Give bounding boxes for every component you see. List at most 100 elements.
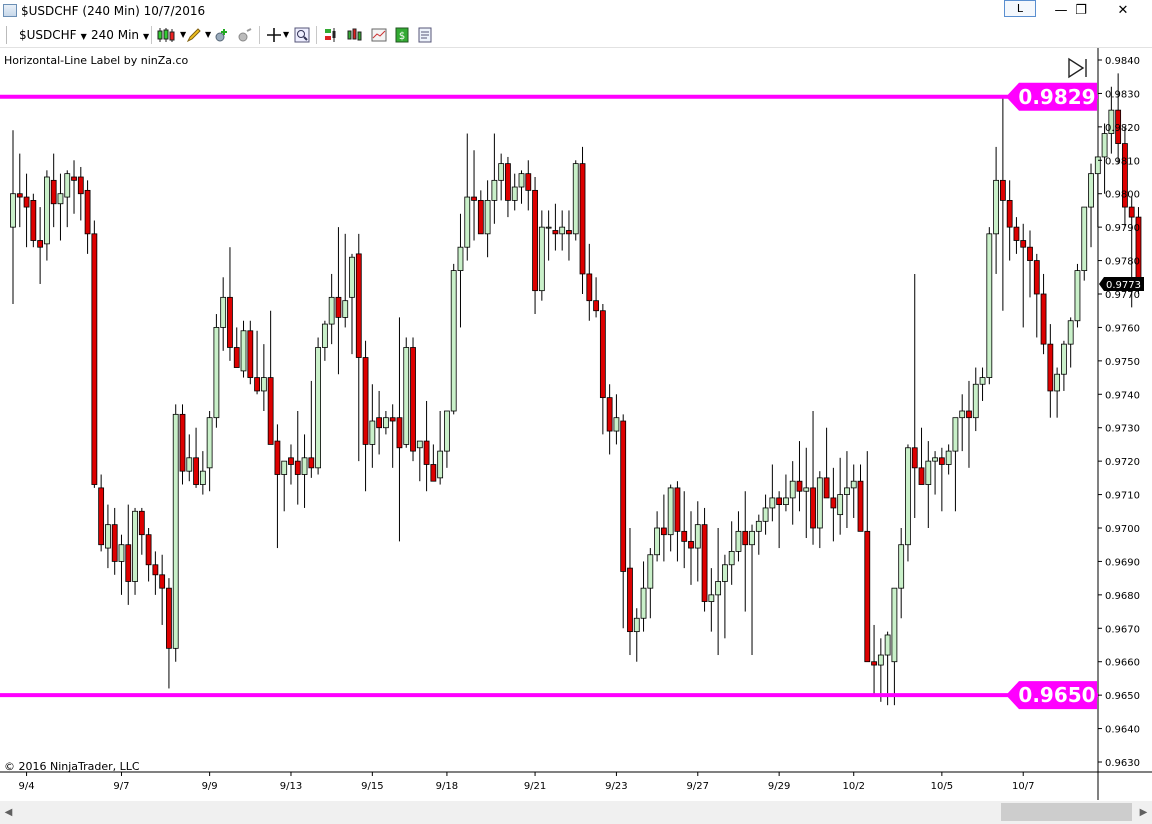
candle-body[interactable] (247, 330, 254, 378)
candle-body[interactable] (64, 173, 71, 198)
candle-body[interactable] (267, 377, 274, 445)
candle-body[interactable] (938, 457, 945, 465)
candle-body[interactable] (762, 507, 769, 522)
candle-body[interactable] (464, 196, 471, 248)
candle-body[interactable] (810, 487, 816, 529)
candle-body[interactable] (193, 457, 199, 485)
data-box-icon[interactable] (371, 27, 387, 43)
candle-body[interactable] (606, 397, 613, 432)
candle-body[interactable] (477, 199, 484, 235)
candle-body[interactable] (430, 464, 437, 482)
candle-body[interactable] (396, 417, 403, 449)
candle-body[interactable] (749, 530, 755, 546)
bar-type-icon[interactable] (347, 27, 363, 43)
candle-body[interactable] (918, 467, 925, 485)
candle-body[interactable] (898, 544, 905, 589)
candle-body[interactable] (593, 300, 599, 312)
candle-body[interactable] (1067, 320, 1074, 345)
close-icon[interactable]: ✕ (1100, 0, 1146, 22)
candle-body[interactable] (620, 420, 627, 572)
candle-body[interactable] (993, 179, 999, 235)
candle-body[interactable] (728, 550, 735, 566)
candle-body[interactable] (1101, 133, 1108, 158)
candle-body[interactable] (315, 347, 322, 469)
candle-body[interactable] (37, 240, 44, 248)
candle-body[interactable] (471, 196, 477, 201)
candle-body[interactable] (877, 654, 884, 666)
candle-body[interactable] (545, 226, 552, 229)
candle-body[interactable] (911, 447, 918, 469)
candle-body[interactable] (274, 440, 281, 475)
candle-body[interactable] (640, 587, 647, 619)
candle-body[interactable] (213, 327, 220, 419)
restore-icon[interactable]: ❐ (1058, 0, 1104, 22)
candle-body[interactable] (844, 487, 850, 495)
candle-body[interactable] (525, 173, 532, 191)
candle-body[interactable] (572, 163, 579, 235)
candle-body[interactable] (559, 226, 566, 235)
candle-body[interactable] (457, 246, 464, 271)
candle-body[interactable] (403, 347, 410, 445)
candle-body[interactable] (281, 460, 288, 475)
candle-body[interactable] (179, 413, 186, 472)
properties-icon[interactable] (417, 27, 433, 43)
candle-body[interactable] (694, 524, 701, 549)
candle-body[interactable] (1054, 373, 1061, 392)
candle-body[interactable] (166, 587, 172, 649)
candle-body[interactable] (796, 480, 803, 492)
candle-body[interactable] (701, 524, 708, 602)
candle-body[interactable] (220, 296, 227, 328)
candle-body[interactable] (518, 173, 525, 188)
candle-body[interactable] (783, 497, 789, 505)
candle-body[interactable] (532, 189, 538, 292)
candle-body[interactable] (335, 296, 342, 318)
candle-body[interactable] (905, 447, 911, 546)
candle-body[interactable] (77, 176, 84, 195)
candle-body[interactable] (152, 564, 159, 576)
candle-body[interactable] (884, 634, 891, 656)
candle-body[interactable] (816, 477, 823, 529)
candle-body[interactable] (260, 377, 267, 392)
candle-body[interactable] (945, 450, 952, 465)
candle-body[interactable] (803, 487, 810, 492)
candle-body[interactable] (966, 410, 972, 419)
chevron-down-icon[interactable]: ▼ (205, 27, 211, 43)
candle-body[interactable] (23, 196, 30, 208)
candle-body[interactable] (681, 530, 688, 542)
candle-body[interactable] (71, 176, 77, 181)
candle-body[interactable] (240, 330, 247, 372)
candle-body[interactable] (294, 460, 301, 475)
candle-body[interactable] (742, 530, 749, 546)
price-chart[interactable]: 0.9829 0.9650 0.9840 0.9830 0.9820 0.9810 0.9… (0, 48, 1152, 800)
candle-body[interactable] (633, 617, 640, 633)
chevron-down-icon[interactable]: ▼ (283, 27, 289, 43)
candle-body[interactable] (342, 300, 349, 318)
candle-body[interactable] (932, 457, 938, 462)
candle-body[interactable] (16, 193, 23, 198)
zoom-icon[interactable] (294, 27, 310, 43)
candle-body[interactable] (1033, 260, 1040, 295)
candle-body[interactable] (972, 383, 979, 419)
candlestick-style-icon[interactable] (157, 27, 177, 43)
candle-body[interactable] (484, 199, 491, 235)
candle-body[interactable] (735, 530, 742, 552)
candle-body[interactable] (382, 417, 389, 429)
candle-body[interactable] (755, 520, 762, 532)
candle-body[interactable] (674, 487, 681, 532)
candle-body[interactable] (1081, 206, 1088, 271)
candle-body[interactable] (891, 587, 898, 663)
scroll-left-arrow-icon[interactable]: ◀ (0, 801, 17, 824)
candle-body[interactable] (423, 440, 430, 465)
candle-body[interactable] (864, 530, 871, 663)
candle-body[interactable] (959, 410, 966, 419)
candle-body[interactable] (1088, 173, 1094, 208)
pencil-draw-icon[interactable] (186, 27, 202, 43)
candle-body[interactable] (579, 163, 586, 275)
scroll-right-arrow-icon[interactable]: ▶ (1135, 801, 1152, 824)
instrument-selector[interactable]: $USDCHF ▼ (19, 27, 87, 43)
add-strategy-icon[interactable] (237, 27, 253, 43)
candle-body[interactable] (708, 594, 715, 602)
candle-body[interactable] (125, 544, 132, 582)
interval-selector[interactable]: 240 Min ▼ (91, 27, 149, 43)
horizontal-scrollbar[interactable]: ◀ ▶ (0, 801, 1152, 824)
